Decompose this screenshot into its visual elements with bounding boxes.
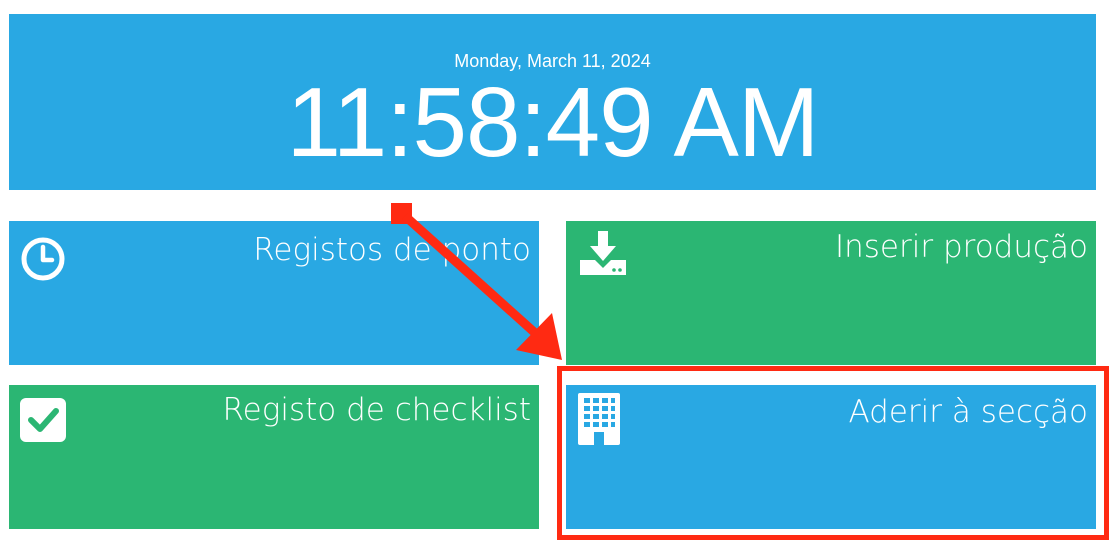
download-tray-icon (580, 231, 626, 275)
tile-label: Registo de checklist (222, 392, 531, 428)
tile-label: Aderir à secção (848, 394, 1089, 430)
tile-inserir-producao[interactable]: Inserir produção (566, 221, 1096, 365)
tile-registos-de-ponto[interactable]: Registos de ponto (9, 221, 539, 365)
clock-icon (21, 237, 65, 281)
clock-time: 11:58:49 AM (286, 67, 819, 177)
tile-aderir-a-seccao[interactable]: Aderir à secção (566, 385, 1096, 529)
clock-panel: Monday, March 11, 2024 11:58:49 AM (9, 14, 1096, 190)
checkbox-icon (20, 398, 66, 442)
tile-label: Inserir produção (834, 229, 1088, 265)
tile-registo-de-checklist[interactable]: Registo de checklist (9, 385, 539, 529)
building-icon (578, 393, 620, 445)
tile-label: Registos de ponto (253, 232, 531, 268)
